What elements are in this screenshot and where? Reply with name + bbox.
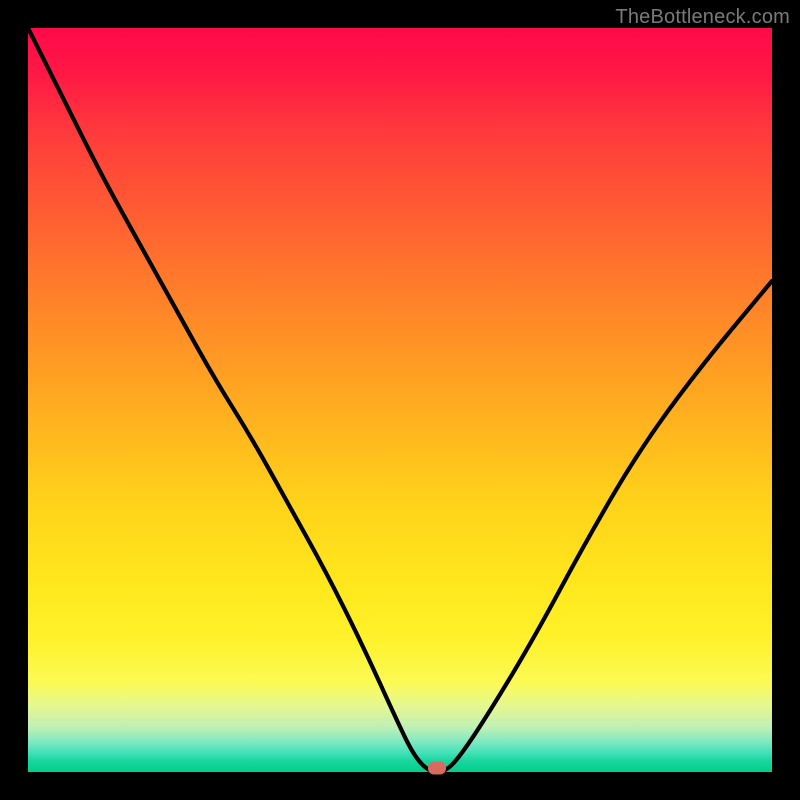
bottleneck-curve [28,28,772,772]
plot-area [28,28,772,772]
frame: TheBottleneck.com [0,0,800,800]
curve-path [28,28,772,772]
minimum-marker [428,762,446,775]
watermark-text: TheBottleneck.com [615,6,790,29]
